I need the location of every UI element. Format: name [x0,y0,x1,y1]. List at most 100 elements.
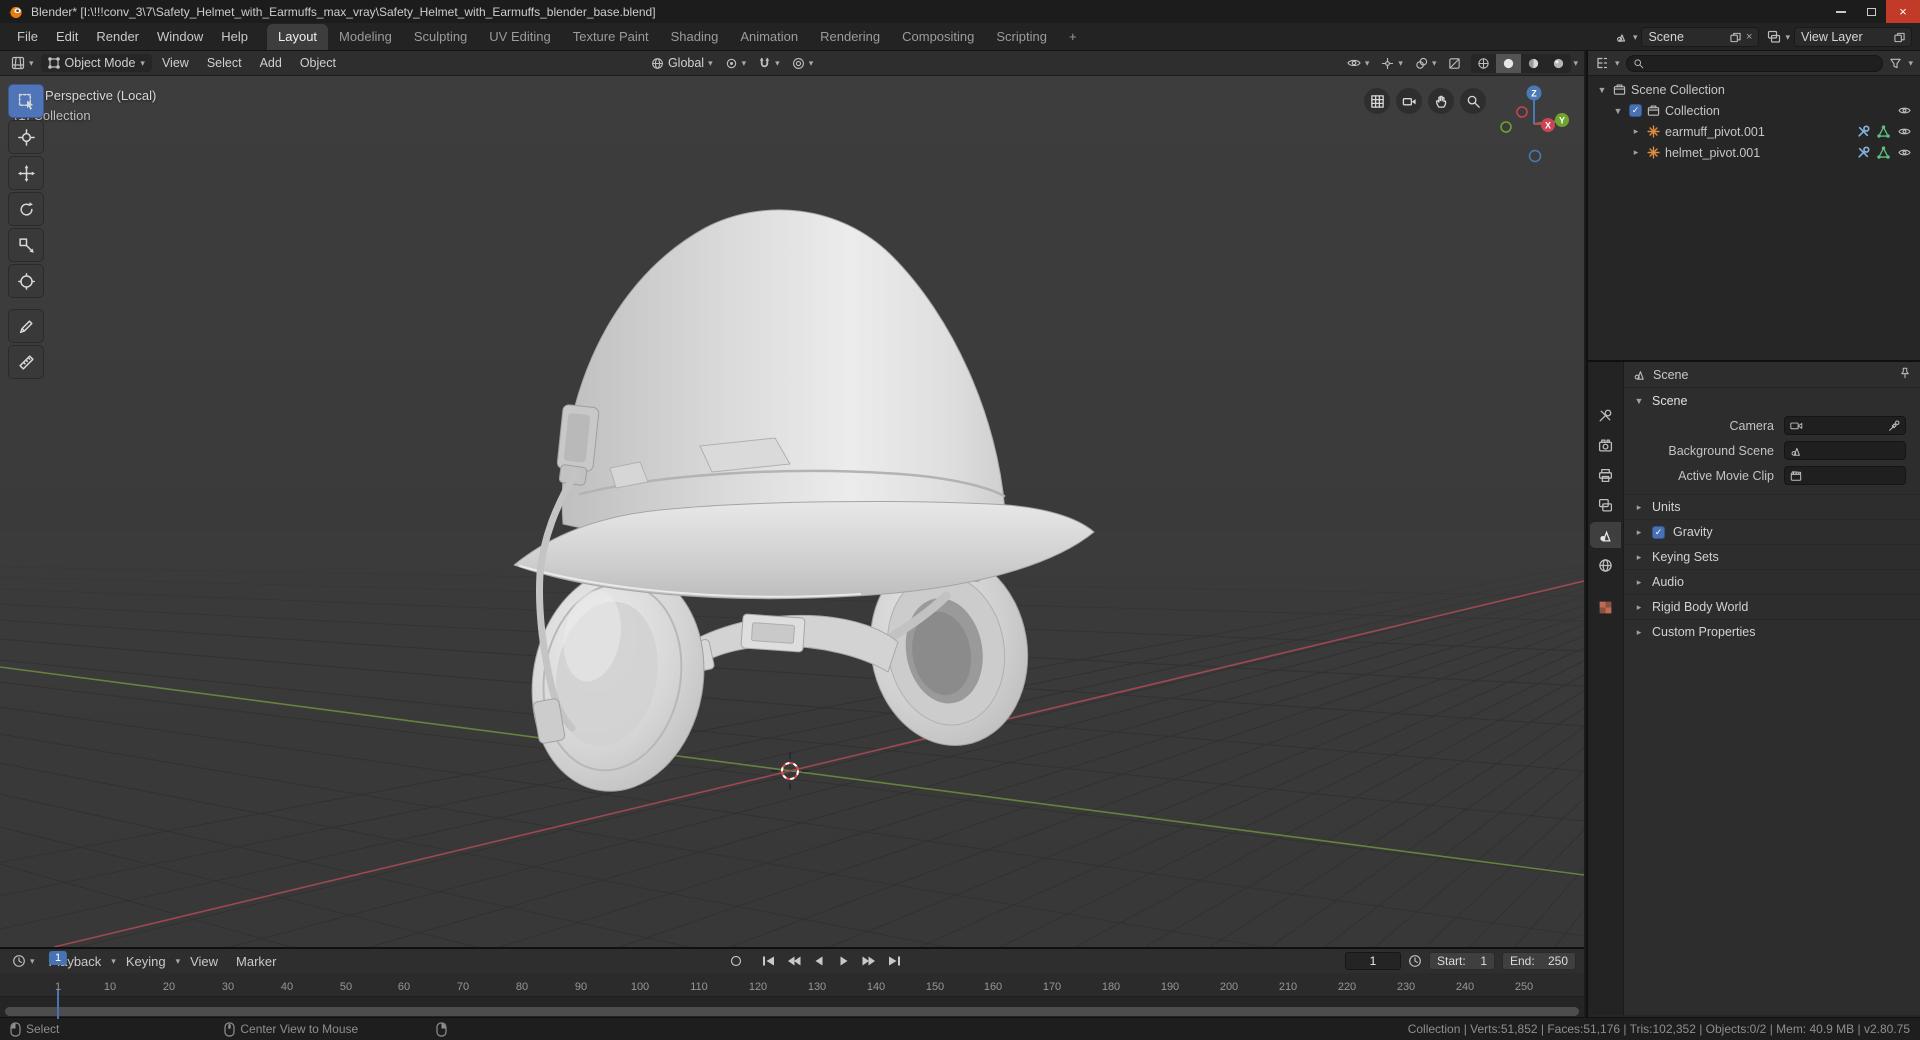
xray-toggle[interactable] [1443,55,1466,72]
eye-visibility-icon[interactable] [1897,126,1912,137]
outliner-row-scene-collection[interactable]: ▼ Scene Collection [1588,79,1920,100]
expand-icon[interactable]: ▸ [1630,147,1642,158]
outliner-row-earmuff-pivot[interactable]: ▸ earmuff_pivot.001 [1588,121,1920,142]
play-button[interactable] [833,952,855,970]
timeline-track-area[interactable] [0,996,1584,1019]
proportional-editing-dropdown[interactable]: ▾ [787,55,819,72]
gizmos-dropdown[interactable]: ▾ [1376,55,1408,72]
workspace-tab-rendering[interactable]: Rendering [809,24,891,50]
modifier-wrench-icon[interactable] [1857,146,1870,159]
gizmo-y-negative[interactable] [1500,121,1512,133]
tool-scale[interactable] [8,228,44,262]
chevron-down-icon[interactable]: ▾ [1615,58,1620,68]
timeline-scrollbar[interactable] [5,1007,1579,1016]
gizmo-x-negative[interactable] [1516,106,1528,118]
timeline-editor-type-button[interactable]: ▾ [8,954,39,968]
workspace-tab-scripting[interactable]: Scripting [985,24,1058,50]
view-layer-name-field[interactable]: View Layer [1794,27,1912,47]
zoom-view-button[interactable] [1460,88,1486,114]
navigation-gizmo[interactable]: Z Y X [1496,82,1576,174]
minimize-button[interactable] [1826,0,1856,23]
tool-transform[interactable] [8,264,44,298]
tab-output-properties[interactable] [1590,462,1621,488]
camera-view-button[interactable] [1396,88,1422,114]
menu-select[interactable]: Select [199,54,250,72]
expand-icon[interactable]: ▼ [1596,85,1608,95]
workspace-tab-layout[interactable]: Layout [267,24,329,50]
eye-visibility-icon[interactable] [1897,105,1912,116]
next-keyframe-button[interactable] [858,952,880,970]
eyedropper-icon[interactable] [1888,420,1900,432]
menu-window[interactable]: Window [148,24,212,50]
add-workspace-button[interactable]: + [1058,24,1088,50]
background-scene-field[interactable] [1784,441,1906,460]
playhead[interactable]: 1 [48,951,68,965]
chevron-down-icon[interactable]: ▾ [1573,58,1578,68]
workspace-tab-modeling[interactable]: Modeling [328,24,403,50]
scene-browse-icon[interactable] [1615,30,1629,44]
jump-to-start-button[interactable] [758,952,780,970]
viewport-canvas[interactable] [0,76,1584,947]
tool-measure[interactable] [8,345,44,379]
section-custom-properties[interactable]: ▸ Custom Properties [1624,619,1920,644]
overlays-dropdown[interactable]: ▾ [1410,55,1442,72]
chevron-down-icon[interactable]: ▾ [1785,32,1790,42]
tool-select-box[interactable] [8,84,44,118]
workspace-tab-animation[interactable]: Animation [729,24,809,50]
menu-add[interactable]: Add [252,54,290,72]
pan-view-button[interactable] [1428,88,1454,114]
jump-to-end-button[interactable] [883,952,905,970]
viewport-3d[interactable]: User Perspective (Local) (1) Collection [0,76,1584,947]
unlink-scene-icon[interactable]: × [1746,31,1752,43]
shading-rendered-button[interactable] [1546,54,1571,73]
tab-texture-properties[interactable] [1590,594,1621,620]
prev-keyframe-button[interactable] [783,952,805,970]
shading-wireframe-button[interactable] [1471,54,1496,73]
gravity-checkbox[interactable]: ✓ [1652,525,1665,539]
gizmo-z-negative[interactable] [1528,149,1542,163]
close-button[interactable]: × [1886,0,1920,23]
toggle-perspective-button[interactable] [1364,88,1390,114]
tab-view-layer-properties[interactable] [1590,492,1621,518]
start-frame-field[interactable]: Start: 1 [1429,952,1495,970]
modifier-wrench-icon[interactable] [1857,125,1870,138]
menu-object[interactable]: Object [292,54,344,72]
end-frame-field[interactable]: End: 250 [1502,952,1576,970]
workspace-tab-shading[interactable]: Shading [660,24,730,50]
menu-edit[interactable]: Edit [47,24,87,50]
section-keying-sets[interactable]: ▸ Keying Sets [1624,544,1920,569]
workspace-tab-uv-editing[interactable]: UV Editing [478,24,561,50]
mesh-data-icon[interactable] [1877,146,1890,159]
menu-keying[interactable]: Keying [118,951,174,972]
tool-move[interactable] [8,156,44,190]
current-frame-field[interactable]: 1 [1345,952,1401,970]
tool-cursor[interactable] [8,120,44,154]
workspace-tab-compositing[interactable]: Compositing [891,24,985,50]
chevron-down-icon[interactable]: ▾ [1908,58,1913,68]
eye-visibility-icon[interactable] [1897,147,1912,158]
outliner-row-collection[interactable]: ▼ ✓ Collection [1588,100,1920,121]
section-audio[interactable]: ▸ Audio [1624,569,1920,594]
view-layer-browse-icon[interactable] [1767,30,1781,44]
expand-icon[interactable]: ▼ [1612,106,1624,116]
menu-help[interactable]: Help [212,24,257,50]
copies-icon[interactable] [1894,32,1905,43]
mode-dropdown[interactable]: Object Mode ▾ [40,54,152,72]
section-gravity[interactable]: ▸ ✓ Gravity [1624,519,1920,544]
tool-rotate[interactable] [8,192,44,226]
maximize-button[interactable] [1856,0,1886,23]
collection-checkbox[interactable]: ✓ [1629,104,1642,117]
menu-render[interactable]: Render [87,24,148,50]
mesh-data-icon[interactable] [1877,125,1890,138]
tab-scene-properties[interactable] [1590,522,1621,548]
menu-marker[interactable]: Marker [228,951,284,972]
tab-tool-properties[interactable] [1590,402,1621,428]
snap-toggle[interactable]: ▾ [753,55,785,72]
timeline-ruler[interactable]: 1 10 20 30 40 50 60 70 80 90 100 110 120… [0,973,1584,996]
menu-view-timeline[interactable]: View [182,951,226,972]
tool-annotate[interactable] [8,309,44,343]
shading-solid-button[interactable] [1496,53,1522,73]
editor-type-button[interactable]: ▾ [6,54,39,72]
section-rigid-body-world[interactable]: ▸ Rigid Body World [1624,594,1920,619]
tab-world-properties[interactable] [1590,552,1621,578]
